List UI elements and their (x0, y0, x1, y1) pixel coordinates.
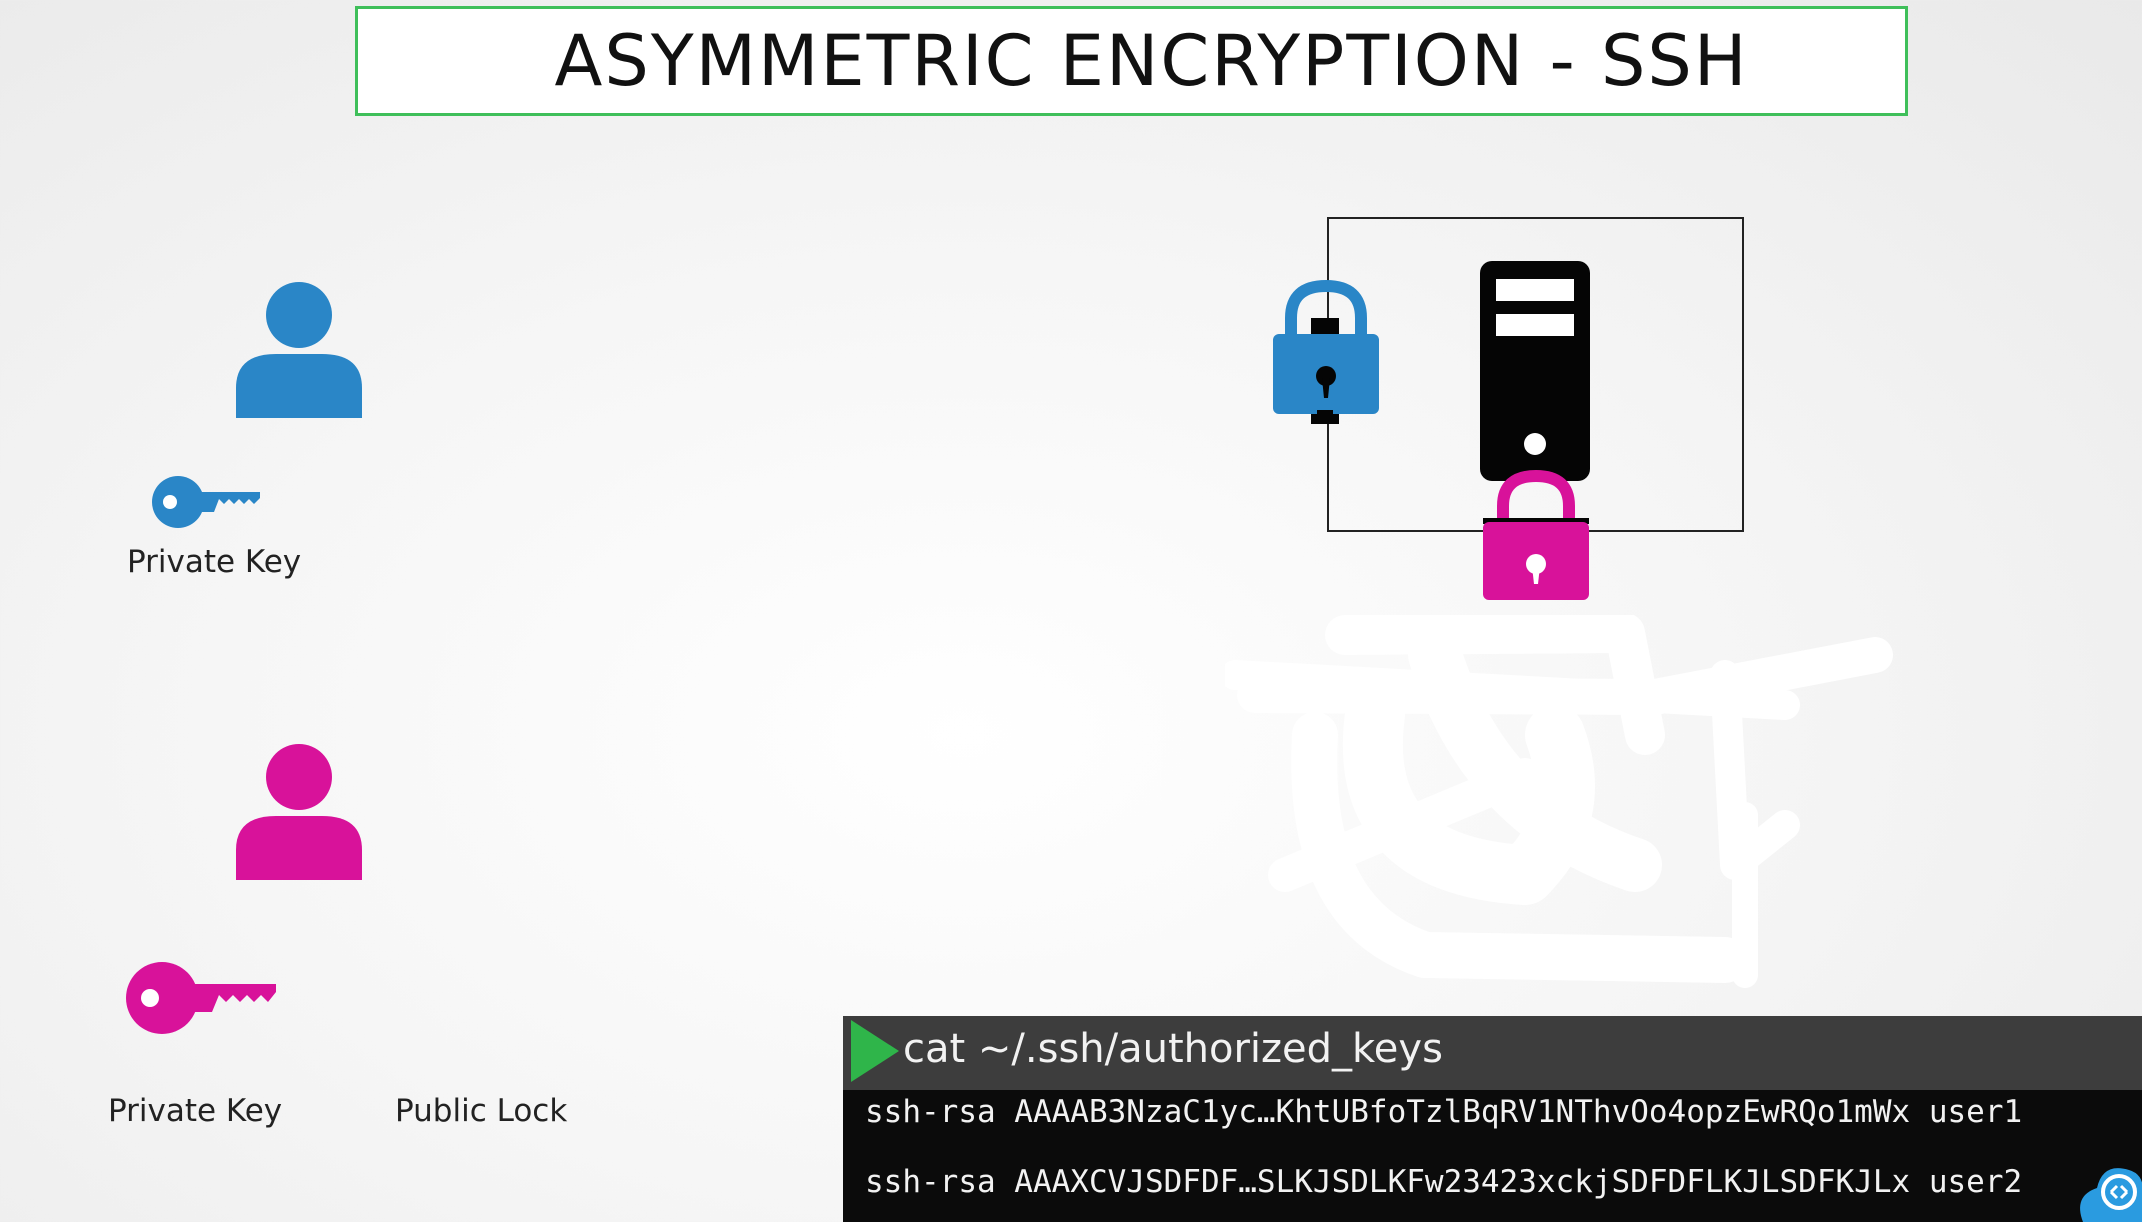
server-icon (1480, 261, 1590, 481)
page-title: ASYMMETRIC ENCRYPTION - SSH (554, 20, 1749, 102)
user2-private-key-icon (126, 962, 276, 1034)
terminal-command: cat ~/.ssh/authorized_keys (903, 1026, 1443, 1072)
authorized-key-line-1: ssh-rsa AAAAB3NzaC1yc…KhtUBfoTzlBqRV1NTh… (865, 1094, 2023, 1130)
user1-person-icon (236, 282, 362, 418)
play-icon (851, 1020, 899, 1082)
title-box: ASYMMETRIC ENCRYPTION - SSH (355, 6, 1908, 116)
cloud-logo-icon (2080, 1168, 2142, 1222)
user1-private-key-icon (152, 476, 260, 528)
user1-private-key-label: Private Key (127, 544, 302, 580)
terminal-panel: cat ~/.ssh/authorized_keys ssh-rsa AAAAB… (843, 1016, 2142, 1222)
blue-padlock-icon (1273, 280, 1379, 424)
white-scribble-overlay (1225, 615, 1893, 988)
pink-padlock-icon (1483, 470, 1589, 600)
public-lock-label: Public Lock (395, 1093, 568, 1129)
user2-private-key-label: Private Key (108, 1093, 283, 1129)
terminal-header: cat ~/.ssh/authorized_keys (843, 1016, 2142, 1090)
authorized-key-line-2: ssh-rsa AAAXCVJSDFDF…SLKJSDLKFw23423xckj… (865, 1164, 2023, 1200)
user2-person-icon (236, 744, 362, 880)
